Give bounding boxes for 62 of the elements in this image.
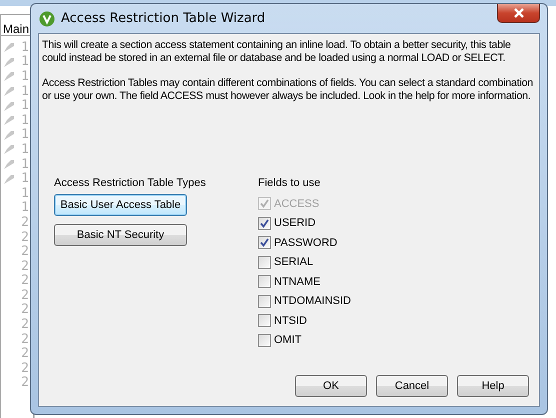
line-number: 2 bbox=[21, 288, 29, 303]
line-number: 1 bbox=[21, 186, 29, 201]
close-icon bbox=[512, 8, 524, 18]
line-number: 1 bbox=[21, 68, 29, 84]
checkbox[interactable] bbox=[258, 334, 271, 347]
pen-icon bbox=[3, 172, 15, 185]
pen-icon bbox=[3, 70, 15, 82]
pen-icon bbox=[3, 128, 15, 141]
checkbox[interactable] bbox=[258, 275, 271, 288]
fields-label: Fields to use bbox=[258, 177, 322, 189]
pen-icon bbox=[3, 41, 15, 54]
field-label: NTNAME bbox=[274, 276, 320, 288]
table-type-button[interactable]: Basic User Access Table bbox=[54, 194, 187, 216]
line-number: 2 bbox=[21, 244, 29, 260]
pen-icon bbox=[3, 158, 15, 170]
pen-icon bbox=[3, 114, 15, 126]
line-number: 1 bbox=[21, 112, 29, 128]
line-number: 2 bbox=[21, 332, 29, 347]
pen-icon bbox=[3, 100, 15, 112]
field-label: NTSID bbox=[274, 314, 307, 327]
info-paragraph: Access Restriction Tables may contain different combinations of fields. You can select a standard combination or use your own. The field ACCESS must however always be included. Look in the help for more information. bbox=[42, 77, 533, 103]
line-number: 2 bbox=[21, 214, 29, 230]
field-label: PASSWORD bbox=[274, 236, 338, 249]
types-label: Access Restriction Table Types bbox=[54, 177, 206, 189]
field-label: SERIAL bbox=[274, 256, 314, 268]
field-label: OMIT bbox=[274, 334, 302, 346]
line-number: 2 bbox=[21, 273, 29, 288]
line-number: 1 bbox=[21, 54, 29, 70]
checkbox[interactable] bbox=[258, 236, 271, 250]
line-number: 1 bbox=[21, 98, 29, 114]
close-button[interactable] bbox=[497, 4, 540, 23]
line-number: 1 bbox=[21, 142, 29, 157]
line-number: 1 bbox=[21, 84, 29, 99]
line-number: 2 bbox=[21, 346, 29, 362]
pen-icon bbox=[3, 143, 15, 156]
field-label: ACCESS bbox=[274, 198, 320, 210]
dialog-button[interactable]: Help bbox=[457, 375, 529, 397]
dialog-button[interactable]: Cancel bbox=[376, 375, 448, 397]
line-number: 2 bbox=[21, 317, 29, 332]
table-type-button[interactable]: Basic NT Security bbox=[54, 224, 187, 246]
dialog-button[interactable]: OK bbox=[295, 375, 367, 397]
line-number: 2 bbox=[21, 302, 29, 318]
line-number: 2 bbox=[21, 258, 29, 274]
line-number: 1 bbox=[21, 156, 29, 172]
pen-icon bbox=[3, 85, 15, 98]
checkbox[interactable] bbox=[258, 256, 271, 269]
app-logo-icon bbox=[39, 10, 55, 26]
line-number: 1 bbox=[21, 171, 29, 186]
checkbox[interactable] bbox=[258, 294, 271, 308]
pen-icon bbox=[3, 56, 15, 68]
window-title: Access Restriction Table Wizard bbox=[61, 11, 266, 26]
line-number: 2 bbox=[21, 230, 29, 245]
line-number: 2 bbox=[21, 360, 29, 376]
field-label: USERID bbox=[274, 217, 316, 230]
line-number: 1 bbox=[21, 40, 29, 55]
info-paragraph: This will create a section access statement containing an inline load. To obtain a better security, this table could instead be stored in an external file or database and be loaded using a normal LOAD or SELECT. bbox=[42, 39, 512, 65]
checkbox[interactable] bbox=[258, 216, 271, 230]
line-number: 1 bbox=[21, 127, 29, 142]
field-label: NTDOMAINSID bbox=[274, 295, 351, 308]
line-number: 2 bbox=[21, 375, 29, 390]
checkbox[interactable] bbox=[258, 314, 271, 328]
line-number: 1 bbox=[21, 200, 29, 216]
